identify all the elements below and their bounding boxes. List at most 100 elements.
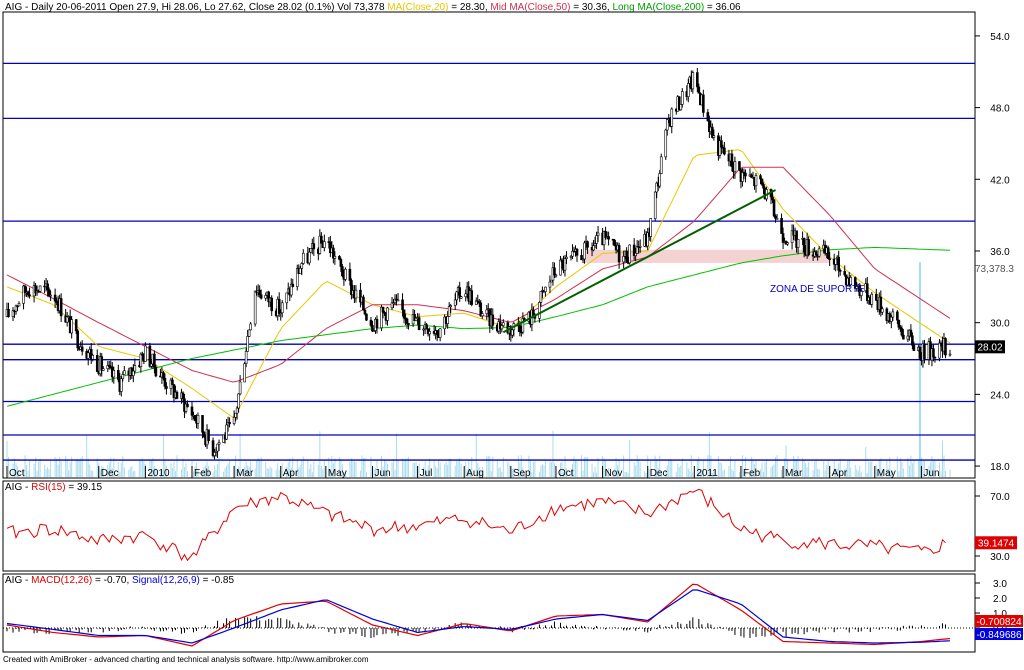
candle-body [912,344,916,351]
candle-body [291,283,295,287]
candle-body [74,319,78,332]
candle-body [181,392,185,400]
candle-body [237,393,240,409]
candle-body [244,351,248,365]
candle-body [417,317,421,331]
candle-body [897,319,901,328]
candle-body [891,311,895,318]
candle-body [730,153,734,167]
candle-body [500,325,504,330]
candle-body [680,91,684,105]
candle-body [932,348,935,358]
candle-body [817,248,821,257]
candle-body [723,147,726,155]
candle-body [235,407,239,414]
candle-body [948,353,952,356]
candle-body [838,270,842,272]
candle-body [123,370,126,375]
candle-body [401,299,404,311]
macd-axis-tick-label: 3.0 [993,579,1007,590]
candle-body [575,248,579,256]
candle-body [563,258,567,271]
candle-body [171,379,174,385]
time-axis-tick-label: Oct [558,468,574,479]
candle-body [298,267,302,274]
candle-body [258,289,261,296]
candle-body [592,245,595,251]
candle-body [309,248,313,253]
legend-summary: Daily 20-06-2011 Open 27.9, Hi 28.06, Lo… [31,2,385,13]
candle-body [659,156,663,174]
candle-body [70,319,73,334]
candle-body [26,291,30,296]
candle-body [150,363,153,367]
candle-body [28,294,31,297]
time-axis-tick-label: Mar [236,468,254,479]
candle-body [86,352,90,359]
price-axis-tick-label: 42.0 [990,175,1010,186]
candle-body [870,293,874,305]
candle-body [100,356,104,371]
candle-body [834,258,837,265]
price-legend: AIG - Daily 20-06-2011 Open 27.9, Hi 28.… [5,2,741,13]
time-axis-tick-label: Jul [420,468,433,479]
candle-body [238,381,242,395]
candle-body [91,355,95,360]
candle-body [539,291,543,303]
candle-body [363,309,367,315]
candle-body [213,451,216,456]
candle-body [120,378,123,392]
candle-body [338,256,341,260]
candle-body [139,353,143,367]
candle-body [738,161,741,171]
last-volume-label: 73,378.3 [975,264,1014,275]
candle-body [814,251,818,255]
candle-body [201,415,204,433]
candle-body [906,335,910,340]
candle-body [696,72,699,88]
candle-body [622,256,625,263]
candle-body [369,319,373,326]
candle-body [881,308,884,313]
time-axis-tick-label: Jun [374,468,390,479]
price-axis-tick-label: 18.0 [990,462,1010,473]
candle-body [933,356,937,359]
candle-body [264,295,267,299]
candle-body [697,86,701,94]
time-axis-tick-label: Mar [785,468,803,479]
price-axis-tick-label: 54.0 [990,32,1010,43]
rsi-legend-title: RSI(15) [31,482,65,493]
rsi-legend: AIG - RSI(15) = 39.15 [5,482,102,493]
candle-body [133,365,137,372]
candle-body [112,370,116,378]
candle-body [7,308,10,317]
candle-body [664,129,668,158]
candle-body [554,274,558,277]
candle-body [341,266,344,277]
candle-body [470,290,474,305]
candle-body [559,259,562,276]
candle-body [586,241,589,248]
candle-body [687,83,690,97]
candle-body [259,294,263,299]
candle-body [595,235,598,244]
candle-body [679,104,683,111]
candle-body [607,236,610,240]
candle-body [17,303,21,307]
candle-body [190,406,194,416]
candle-body [381,306,385,313]
candle-body [59,298,63,317]
candle-body [186,403,189,408]
candle-body [617,245,621,263]
candle-body [447,306,451,317]
candle-body [277,299,281,315]
time-axis-tick-label: May [877,468,896,479]
candle-body [148,345,152,367]
candle-body [333,256,337,259]
legend-ma200-value: = 36.06 [704,2,741,13]
candle-body [455,291,458,301]
candle-body [402,309,406,319]
candle-body [249,323,252,331]
candle-body [890,316,893,322]
candle-body [348,268,352,281]
